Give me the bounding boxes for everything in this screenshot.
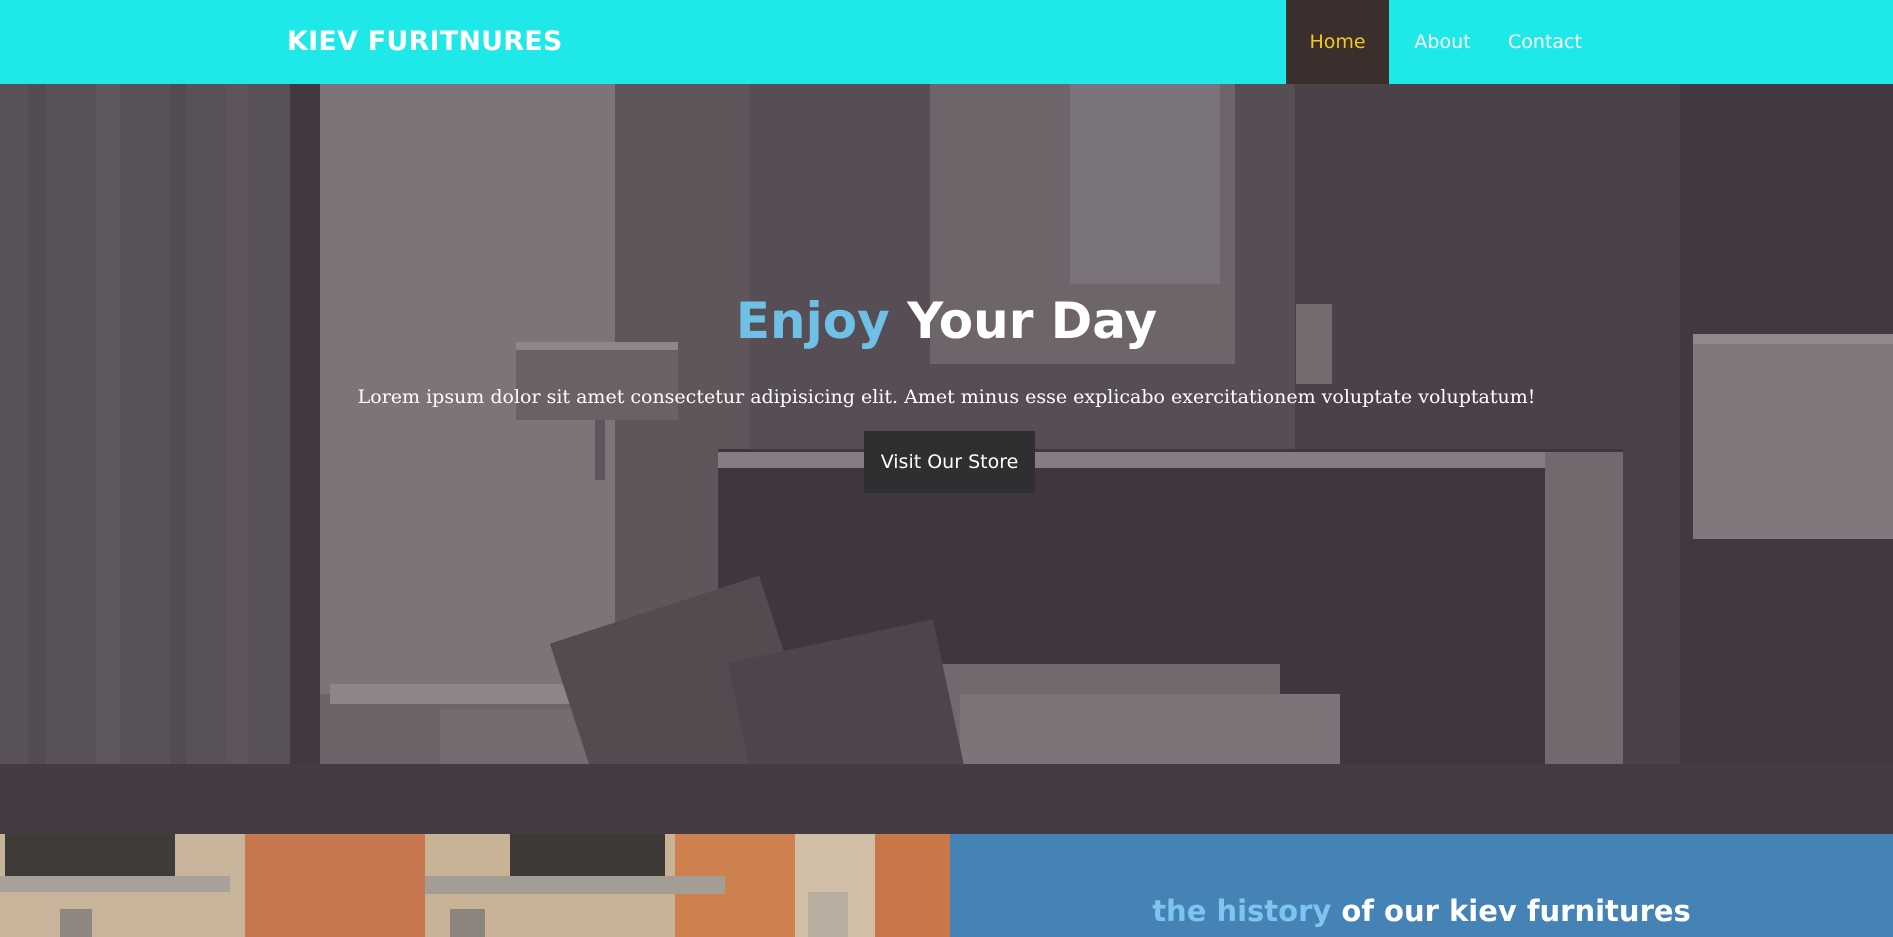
building-image bbox=[0, 834, 950, 937]
history-title: the history of our kiev furnitures bbox=[950, 894, 1893, 928]
hero-subtitle: Lorem ipsum dolor sit amet consectetur a… bbox=[357, 386, 1536, 408]
hero-title-accent: Enjoy bbox=[735, 292, 890, 350]
history-title-rest: of our kiev furnitures bbox=[1331, 894, 1691, 928]
hero-title-rest: Your Day bbox=[889, 292, 1158, 350]
hero-title: Enjoy Your Day bbox=[0, 292, 1893, 350]
hero-section: Enjoy Your Day Lorem ipsum dolor sit ame… bbox=[0, 84, 1893, 834]
nav-link-home[interactable]: Home bbox=[1286, 0, 1389, 84]
nav-link-about[interactable]: About bbox=[1389, 0, 1496, 84]
nav-link-contact[interactable]: Contact bbox=[1496, 0, 1594, 84]
main-navigation: Home About Contact bbox=[1286, 0, 1594, 84]
building-image-section bbox=[0, 834, 950, 937]
brand-logo-text[interactable]: KIEV FURITNURES bbox=[287, 0, 563, 84]
history-section: the history of our kiev furnitures bbox=[950, 834, 1893, 937]
visit-store-button[interactable]: Visit Our Store bbox=[864, 431, 1035, 493]
history-title-accent: the history bbox=[1152, 894, 1332, 928]
top-navbar: KIEV FURITNURES Home About Contact bbox=[0, 0, 1893, 84]
